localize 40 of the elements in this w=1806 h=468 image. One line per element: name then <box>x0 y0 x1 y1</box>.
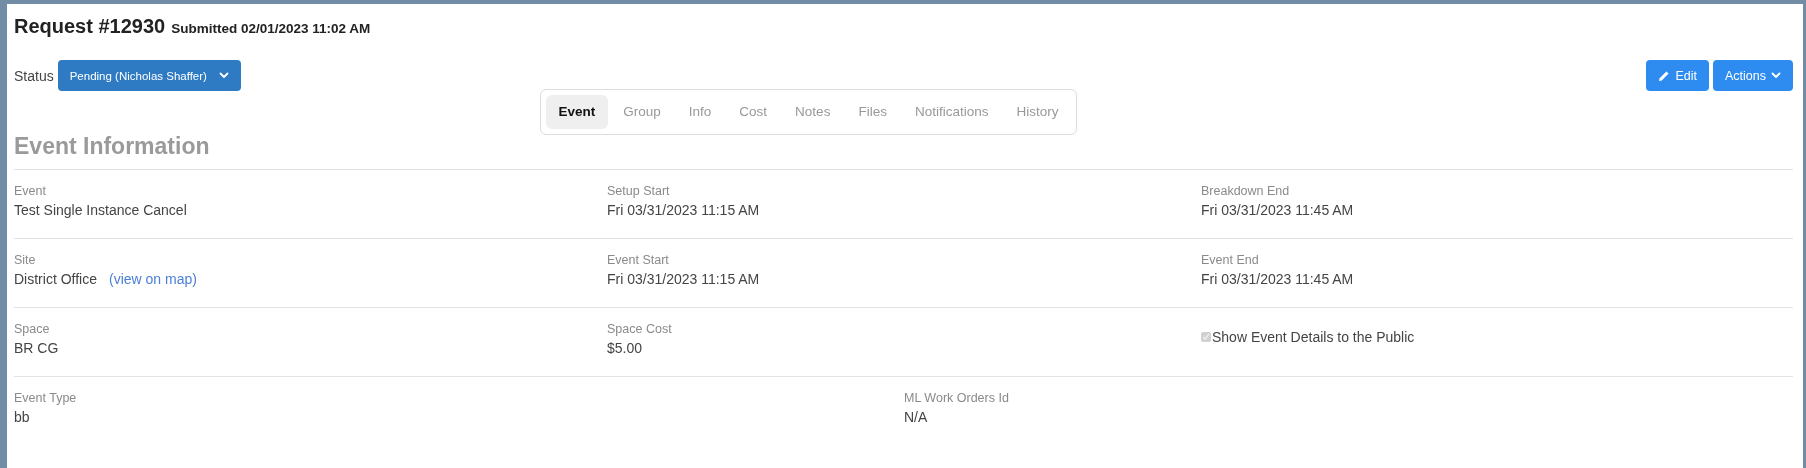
field-value: Fri 03/31/2023 11:15 AM <box>607 270 761 289</box>
page-title: Request #12930 <box>14 15 166 38</box>
field-label: Breakdown End <box>1201 183 1291 200</box>
field-value: Test Single Instance Cancel <box>14 201 188 220</box>
field-value: Fri 03/31/2023 11:45 AM <box>1201 201 1355 220</box>
field-value: BR CG <box>14 339 60 358</box>
field-value: Fri 03/31/2023 11:45 AM <box>1201 270 1355 289</box>
section-heading: Event Information <box>14 133 1793 170</box>
field-label: Event <box>14 183 47 200</box>
field-label: Space Cost <box>607 321 673 338</box>
field-label: Event Start <box>607 252 670 269</box>
tab[interactable]: Event <box>545 95 609 129</box>
field-label: Site <box>14 252 37 269</box>
tab[interactable]: Info <box>675 95 725 129</box>
status-label: Status <box>14 67 54 84</box>
field-value: bb <box>14 408 31 427</box>
field-value: $5.00 <box>607 339 644 358</box>
tab[interactable]: Files <box>845 95 900 129</box>
tab[interactable]: Notifications <box>901 95 1002 129</box>
chevron-down-icon <box>218 72 229 79</box>
submitted-date: Submitted 02/01/2023 11:02 AM <box>171 21 371 36</box>
actions-dropdown[interactable]: Actions <box>1713 60 1793 91</box>
checkbox-label: Show Event Details to the Public <box>1212 329 1415 345</box>
field-label: Event Type <box>14 390 78 407</box>
map-link[interactable]: (view on map) <box>109 271 197 287</box>
field-label: Setup Start <box>607 183 671 200</box>
tab[interactable]: Cost <box>726 95 781 129</box>
field-label: Space <box>14 321 51 338</box>
tab[interactable]: Group <box>610 95 674 129</box>
pencil-icon <box>1658 69 1671 82</box>
field-label: ML Work Orders Id <box>904 390 1010 407</box>
edit-button[interactable]: Edit <box>1646 60 1709 91</box>
field-label: Event End <box>1201 252 1260 269</box>
tab[interactable]: History <box>1003 95 1072 129</box>
chevron-down-icon <box>1771 72 1781 79</box>
tab[interactable]: Notes <box>782 95 844 129</box>
field-value: N/A <box>904 408 929 427</box>
field-value: Fri 03/31/2023 11:15 AM <box>607 201 761 220</box>
field-value: District Office <box>14 270 97 289</box>
status-dropdown[interactable]: Pending (Nicholas Shaffer) <box>57 60 241 91</box>
